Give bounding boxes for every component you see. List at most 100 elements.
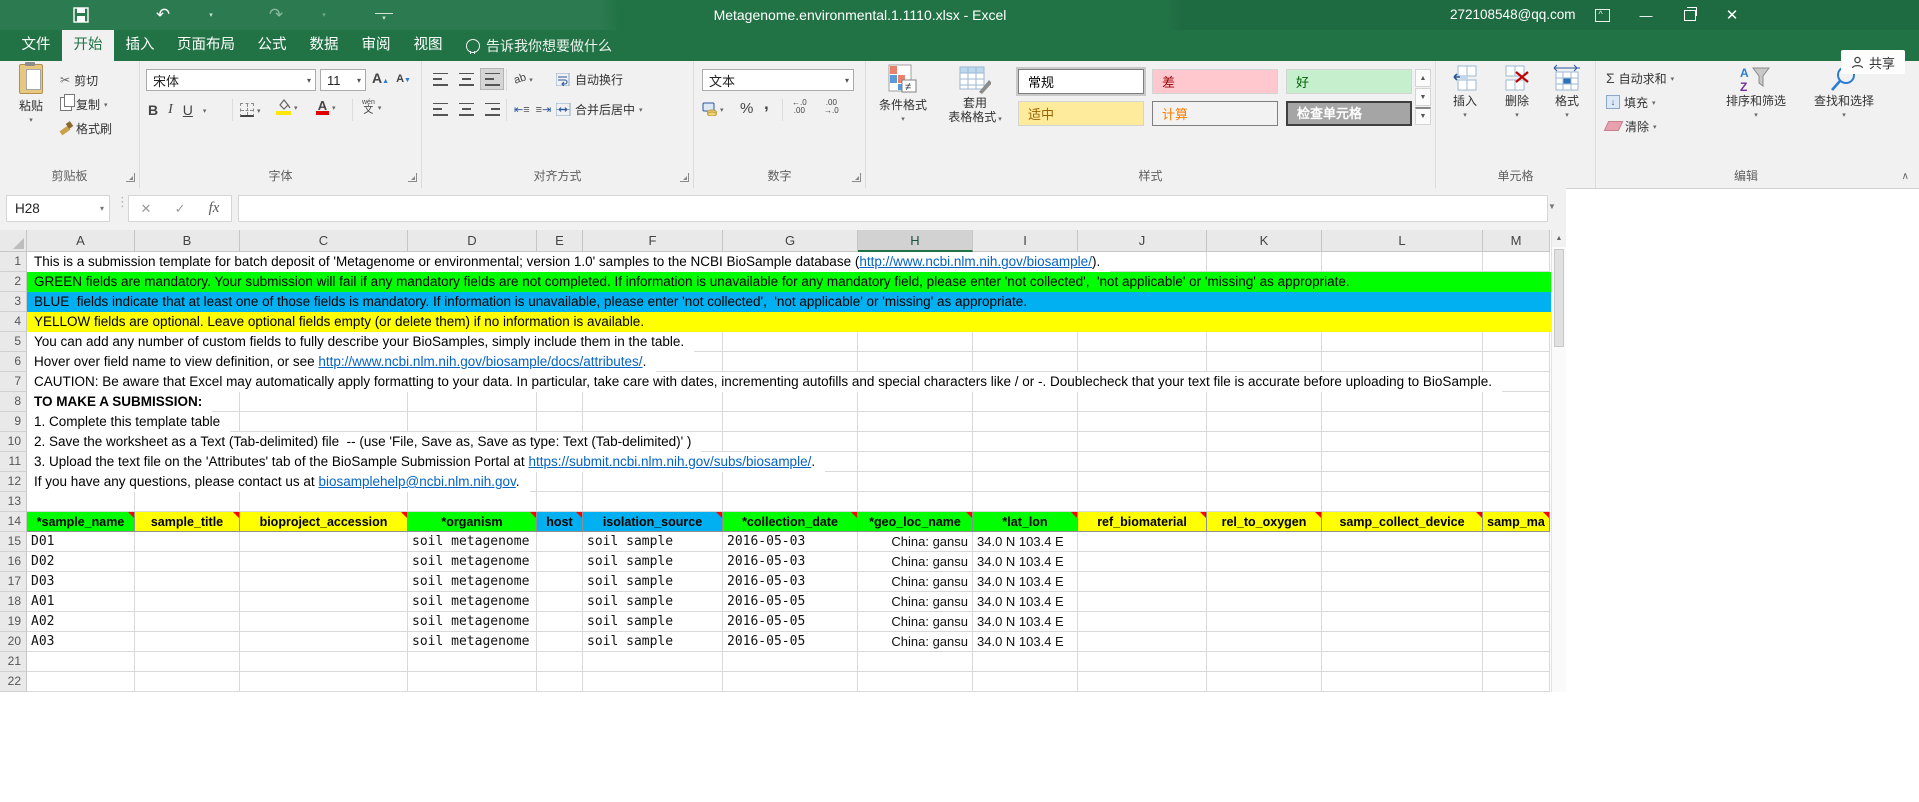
cell-D22[interactable] [408, 672, 537, 692]
cell-F13[interactable] [583, 492, 723, 512]
hyperlink[interactable]: biosamplehelp@ncbi.nlm.nih.gov [318, 474, 515, 489]
cell-K20[interactable] [1207, 632, 1322, 652]
cell-B18[interactable] [135, 592, 240, 612]
column-header-G[interactable]: G [723, 230, 858, 252]
cell-style-calculation[interactable]: 计算 [1152, 101, 1278, 126]
cell-C18[interactable] [240, 592, 408, 612]
increase-decimal-button[interactable]: ←.0 .00 [792, 97, 807, 117]
cell-C14[interactable]: bioproject_accession [240, 512, 408, 532]
minimize-button[interactable]: — [1626, 0, 1666, 30]
cell-B14[interactable]: sample_title [135, 512, 240, 532]
cell-G18[interactable]: 2016-05-05 [723, 592, 858, 612]
row-header-9[interactable]: 9 [0, 412, 27, 432]
cell-M14[interactable]: samp_ma [1483, 512, 1550, 532]
cell-I15[interactable]: 34.0 N 103.4 E [973, 532, 1078, 552]
cell-L16[interactable] [1322, 552, 1483, 572]
cell-D16[interactable]: soil metagenome [408, 552, 537, 572]
row-header-21[interactable]: 21 [0, 652, 27, 672]
cell-I16[interactable]: 34.0 N 103.4 E [973, 552, 1078, 572]
tab-insert[interactable]: 插入 [114, 30, 166, 61]
formula-bar-expand-button[interactable]: ▼ [1548, 202, 1556, 211]
row-header-15[interactable]: 15 [0, 532, 27, 552]
number-dialog-launcher[interactable] [852, 173, 861, 182]
cell-J16[interactable] [1078, 552, 1207, 572]
cell-G14[interactable]: *collection_date [723, 512, 858, 532]
format-painter-button[interactable]: 格式刷 [60, 118, 112, 138]
column-header-D[interactable]: D [408, 230, 537, 252]
delete-cells-button[interactable]: 删除 ▾ [1494, 64, 1540, 123]
cell-L10[interactable] [1322, 432, 1483, 452]
formula-bar-handle[interactable]: ⋮⋮ [116, 198, 120, 205]
cell-I13[interactable] [973, 492, 1078, 512]
fill-color-button[interactable]: ▾ [276, 97, 298, 117]
cell-I12[interactable] [973, 472, 1078, 492]
cell-M21[interactable] [1483, 652, 1550, 672]
cell-D14[interactable]: *organism [408, 512, 537, 532]
cell-C9[interactable] [240, 412, 408, 432]
cell-style-check-cell[interactable]: 检查单元格 [1286, 101, 1412, 126]
cell-E8[interactable] [537, 392, 583, 412]
row-header-2[interactable]: 2 [0, 272, 27, 292]
cell-M13[interactable] [1483, 492, 1550, 512]
row-header-7[interactable]: 7 [0, 372, 27, 392]
cell-K1[interactable] [1207, 252, 1322, 272]
row-header-10[interactable]: 10 [0, 432, 27, 452]
cell-E17[interactable] [537, 572, 583, 592]
qat-customize-button[interactable]: ▾ [375, 13, 393, 22]
cell-G20[interactable]: 2016-05-05 [723, 632, 858, 652]
cell-E21[interactable] [537, 652, 583, 672]
redo-button[interactable]: ↷ [263, 0, 289, 30]
cell-E14[interactable]: host [537, 512, 583, 532]
format-as-table-button[interactable]: 套用 表格格式▾ [942, 64, 1008, 127]
underline-dropdown[interactable]: ▾ [203, 107, 207, 115]
cell-C20[interactable] [240, 632, 408, 652]
cancel-icon[interactable]: ✕ [141, 201, 152, 217]
cell-E20[interactable] [537, 632, 583, 652]
cut-button[interactable]: ✂ 剪切 [60, 70, 98, 90]
comma-style-button[interactable]: , [764, 94, 769, 114]
cell-J6[interactable] [1078, 352, 1207, 372]
cell-E22[interactable] [537, 672, 583, 692]
cell-M1[interactable] [1483, 252, 1550, 272]
cell-D19[interactable]: soil metagenome [408, 612, 537, 632]
cell-L13[interactable] [1322, 492, 1483, 512]
undo-dropdown[interactable]: ▾ [205, 0, 217, 30]
decrease-font-button[interactable]: A▼ [396, 74, 411, 86]
borders-button[interactable]: ▾ [240, 100, 261, 120]
cell-M20[interactable] [1483, 632, 1550, 652]
cell-H9[interactable] [858, 412, 973, 432]
cell-C8[interactable] [240, 392, 408, 412]
cell-G21[interactable] [723, 652, 858, 672]
cell-A13[interactable] [27, 492, 135, 512]
cell-J8[interactable] [1078, 392, 1207, 412]
cell-K22[interactable] [1207, 672, 1322, 692]
fill-button[interactable]: ↓ 填充 ▾ [1606, 92, 1656, 112]
cell-A20[interactable]: A03 [27, 632, 135, 652]
undo-button[interactable]: ↶ [150, 0, 176, 30]
cell-M6[interactable] [1483, 352, 1550, 372]
tab-home[interactable]: 开始 [62, 30, 114, 61]
cell-H17[interactable]: China: gansu [858, 572, 973, 592]
merge-center-button[interactable]: 合并后居中 ▾ [556, 99, 643, 119]
cell-H14[interactable]: *geo_loc_name [858, 512, 973, 532]
cell-B17[interactable] [135, 572, 240, 592]
select-all-corner[interactable] [0, 230, 27, 252]
tab-data[interactable]: 数据 [298, 30, 350, 61]
cell-I5[interactable] [973, 332, 1078, 352]
cell-M18[interactable] [1483, 592, 1550, 612]
cell-L5[interactable] [1322, 332, 1483, 352]
row-header-12[interactable]: 12 [0, 472, 27, 492]
cell-J9[interactable] [1078, 412, 1207, 432]
cell-D17[interactable]: soil metagenome [408, 572, 537, 592]
cell-D18[interactable]: soil metagenome [408, 592, 537, 612]
row-header-5[interactable]: 5 [0, 332, 27, 352]
cell-G12[interactable] [723, 472, 858, 492]
cell-K11[interactable] [1207, 452, 1322, 472]
close-button[interactable]: ✕ [1712, 0, 1752, 30]
cell-G10[interactable] [723, 432, 858, 452]
cell-K8[interactable] [1207, 392, 1322, 412]
cell-L12[interactable] [1322, 472, 1483, 492]
row-header-1[interactable]: 1 [0, 252, 27, 272]
cell-H18[interactable]: China: gansu [858, 592, 973, 612]
row-header-8[interactable]: 8 [0, 392, 27, 412]
